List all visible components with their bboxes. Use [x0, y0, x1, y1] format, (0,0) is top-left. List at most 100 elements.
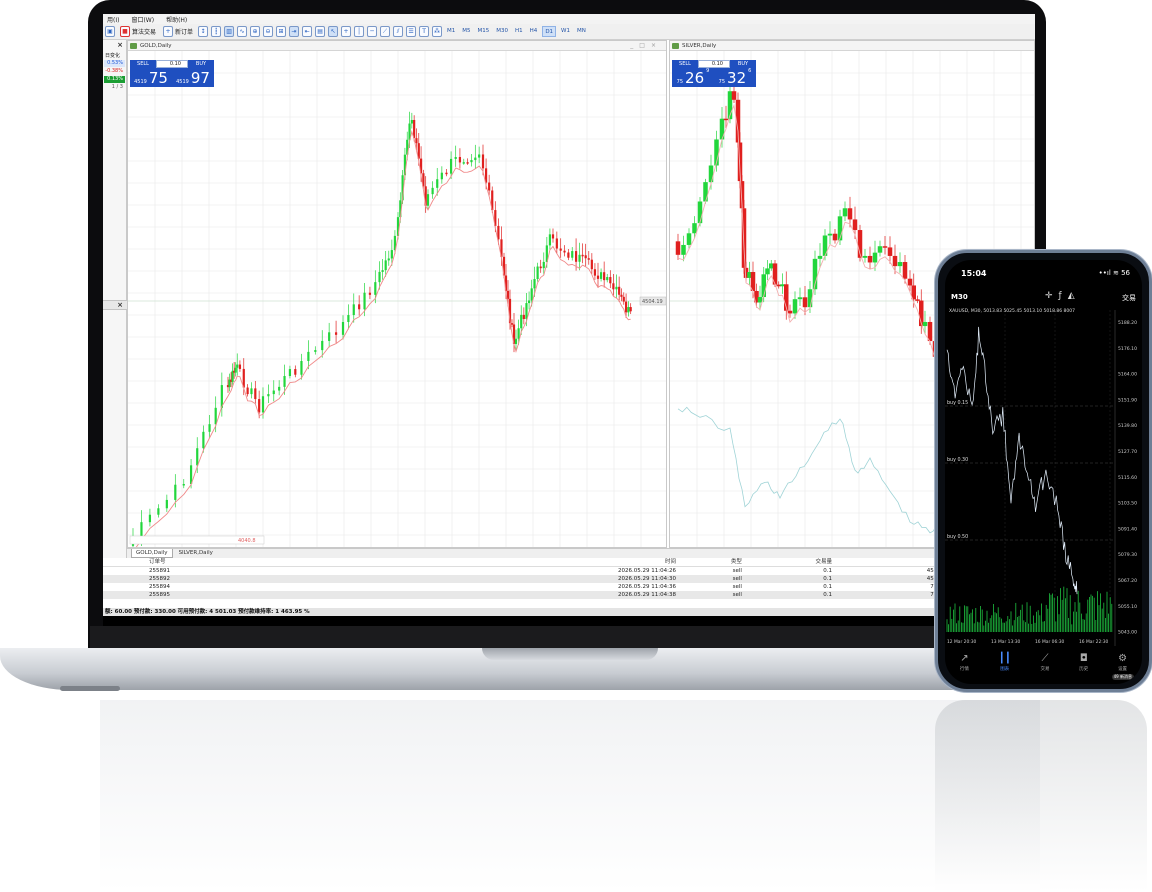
candle	[288, 369, 292, 377]
candle	[527, 300, 531, 304]
new-chart-icon[interactable]: ▣	[105, 26, 115, 37]
menu-bar: 用(I) 窗口(W) 帮助(H)	[103, 14, 1035, 24]
candle	[300, 361, 303, 375]
time-axis-label: 16 Mar 06:30	[1035, 639, 1065, 645]
candle	[877, 246, 883, 253]
candle	[384, 260, 387, 271]
col-price[interactable]: 价位	[834, 558, 952, 567]
candle	[254, 388, 257, 400]
buy-button[interactable]: BUY	[188, 60, 214, 68]
daily-change-value: 0.53%	[104, 60, 125, 67]
candle	[474, 157, 477, 161]
close-icon[interactable]: ×	[117, 41, 123, 49]
candle	[581, 254, 584, 257]
menu-item-help[interactable]: 帮助(H)	[166, 15, 187, 24]
candle	[584, 255, 587, 259]
nav-charts[interactable]: ┃┃ 图表	[999, 648, 1011, 684]
candle	[267, 394, 270, 397]
order-price: 4518.25	[834, 575, 952, 583]
shapes-icon[interactable]: ⁂	[432, 26, 443, 37]
text-icon[interactable]: T	[419, 26, 430, 37]
tf-m30[interactable]: M30	[494, 26, 510, 37]
buy-button[interactable]: BUY	[730, 60, 756, 68]
algo-trading-button[interactable]: ■ 算法交易	[118, 26, 158, 38]
tf-h4[interactable]: H4	[528, 26, 540, 37]
table-row[interactable]: 255895 2026.05.29 11:04:38 sell 0.1 75.1…	[103, 591, 1035, 599]
table-row[interactable]: 255892 2026.05.29 11:04:30 sell 0.1 4518…	[103, 575, 1035, 583]
table-row[interactable]: 255891 2026.05.29 11:04:26 sell 0.1 4518…	[103, 567, 1035, 576]
channel-icon[interactable]: ⫽	[393, 26, 404, 37]
col-volume[interactable]: 交易量	[743, 558, 834, 567]
crosshair-icon[interactable]: +	[341, 26, 352, 37]
buy-price[interactable]: 75 32 6	[714, 68, 756, 87]
tf-d1[interactable]: D1	[542, 26, 557, 37]
candle	[797, 297, 803, 300]
function-icon[interactable]: ƒ	[1059, 291, 1068, 301]
nav-quotes[interactable]: ↗ 行情	[960, 648, 969, 684]
bar-chart-icon[interactable]: ┇	[211, 26, 222, 37]
new-order-label: 新订单	[175, 29, 194, 36]
tf-m1[interactable]: M1	[445, 26, 457, 37]
crosshair-icon[interactable]: ✛	[1045, 291, 1059, 301]
col-type[interactable]: 类型	[678, 558, 744, 567]
candle	[686, 233, 692, 245]
window-controls[interactable]: _□×	[630, 41, 662, 51]
sell-button[interactable]: SELL	[130, 60, 156, 68]
tf-w1[interactable]: W1	[559, 26, 572, 37]
nav-label: 历史	[1079, 667, 1089, 672]
menu-item-tools[interactable]: 用(I)	[107, 15, 119, 24]
zoom-in-icon[interactable]: ⊕	[250, 26, 261, 37]
chart-shift-icon[interactable]: ⇤	[302, 26, 313, 37]
sell-price[interactable]: 4519 75	[130, 68, 172, 87]
gold-candlestick-chart[interactable]: 4504.19 4040.8	[128, 51, 667, 548]
phone-line-chart[interactable]: 5188.20 5176.10 5164.00 5151.90 5139.80 5127.…	[945, 310, 1142, 646]
trade-button[interactable]: 交易	[1122, 293, 1136, 303]
buy-price[interactable]: 4519 97	[172, 68, 214, 87]
candle	[902, 262, 908, 279]
tile-windows-icon[interactable]: ⊞	[276, 26, 287, 37]
depth-icon[interactable]: ↕	[198, 26, 209, 37]
candle	[334, 332, 338, 335]
candle	[629, 307, 632, 312]
col-time[interactable]: 时间	[405, 558, 678, 567]
menu-item-window[interactable]: 窗口(W)	[131, 15, 154, 24]
trendline-icon[interactable]: ⟋	[380, 26, 391, 37]
nav-trade[interactable]: ⟋ 交易	[1041, 648, 1050, 684]
lot-input[interactable]: 0.10	[698, 60, 730, 68]
candle	[542, 261, 545, 269]
cursor-icon[interactable]: ↖	[328, 26, 339, 37]
sell-button[interactable]: SELL	[672, 60, 698, 68]
autoscroll-icon[interactable]: ⇥	[289, 26, 300, 37]
price-scale-label: 5067.20	[1118, 578, 1137, 584]
timeframe-button[interactable]: M30	[951, 293, 968, 301]
tf-h1[interactable]: H1	[513, 26, 525, 37]
indicators-icon[interactable]: ▤	[315, 26, 326, 37]
objects-icon[interactable]: ◭	[1068, 291, 1081, 301]
new-order-button[interactable]: + 新订单	[161, 26, 195, 38]
sell-price[interactable]: 75 26 9	[672, 68, 714, 87]
candles-icon[interactable]: ▥	[224, 26, 235, 37]
tab-silver-daily[interactable]: SILVER,Daily	[175, 549, 217, 558]
candle	[603, 272, 606, 281]
table-row[interactable]: 255894 2026.05.29 11:04:36 sell 0.1 75.1…	[103, 583, 1035, 591]
lot-input[interactable]: 0.10	[156, 60, 188, 68]
notification-badge[interactable]: 49 新消息	[1111, 674, 1134, 680]
zoom-out-icon[interactable]: ⊖	[263, 26, 274, 37]
tf-m5[interactable]: M5	[460, 26, 472, 37]
close-icon[interactable]: ×	[117, 301, 123, 309]
gold-chart-window[interactable]: GOLD,Daily _□× 4504.19 4040.8 SELL 0.10 B…	[127, 40, 667, 548]
buy-price-main: 32	[727, 69, 747, 87]
candle	[708, 165, 714, 183]
col-order-id[interactable]: 订单号	[103, 558, 406, 567]
line-chart-icon[interactable]: ∿	[237, 26, 248, 37]
tf-m15[interactable]: M15	[476, 26, 492, 37]
vertical-line-icon[interactable]: │	[354, 26, 365, 37]
horizontal-line-icon[interactable]: ─	[367, 26, 378, 37]
order-line-label: buy 0.30	[947, 457, 968, 463]
nav-history[interactable]: ◘ 历史	[1079, 648, 1088, 684]
laptop-opening-notch	[482, 648, 658, 660]
order-volume: 0.1	[743, 575, 834, 583]
tf-mn[interactable]: MN	[575, 26, 588, 37]
tab-gold-daily[interactable]: GOLD,Daily	[131, 549, 173, 558]
fibonacci-icon[interactable]: ☰	[406, 26, 417, 37]
